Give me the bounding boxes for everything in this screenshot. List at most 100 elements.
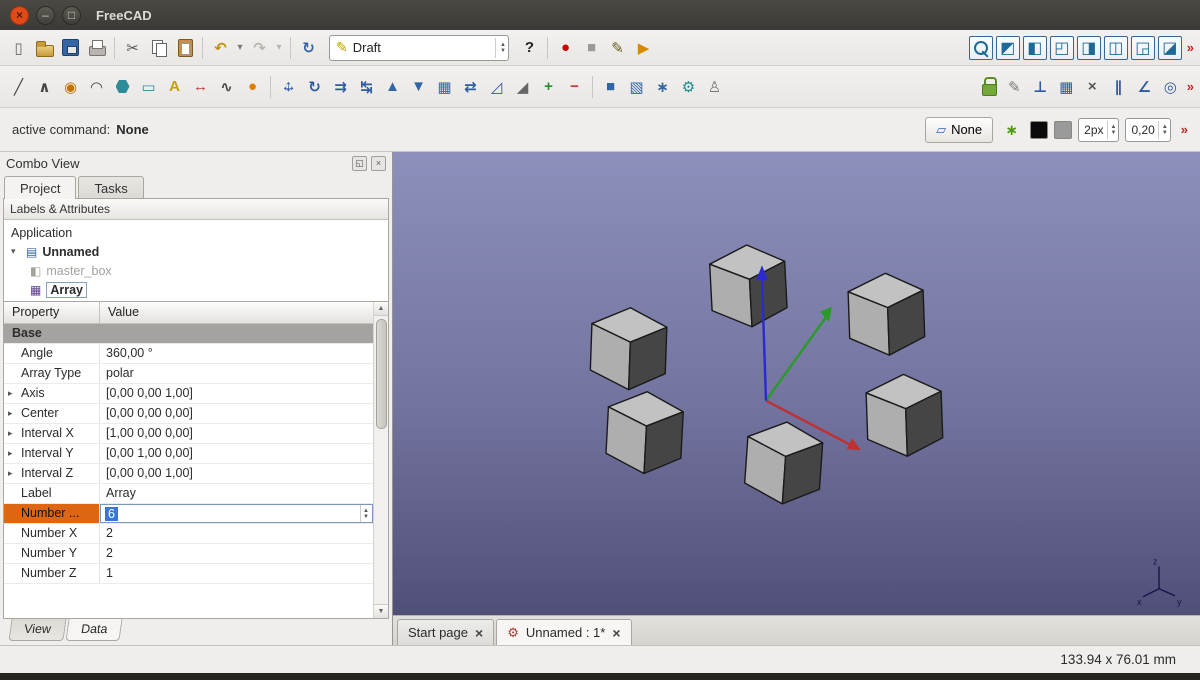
property-value[interactable]: [0,00 0,00 1,00] [100, 464, 373, 483]
tree-item-document[interactable]: ▾ ▤ Unnamed [4, 242, 388, 261]
toolbar-overflow-icon[interactable]: » [1181, 122, 1188, 137]
property-value[interactable]: polar [100, 364, 373, 383]
print-icon[interactable] [84, 35, 109, 60]
window-minimize-button[interactable]: – [36, 6, 55, 25]
workbench-selector[interactable]: ✎ Draft ▲▼ [329, 35, 509, 61]
tree-item-application[interactable]: Application [4, 223, 388, 242]
draft-offset-icon[interactable]: ⇉ [328, 74, 353, 99]
macro-stop-icon[interactable]: ■ [579, 35, 604, 60]
draft-delete-point-icon[interactable]: − [562, 74, 587, 99]
working-plane-button[interactable]: ▱ None [925, 117, 993, 143]
property-value[interactable]: 2 [100, 544, 373, 563]
view-front-icon[interactable]: ◧ [1023, 36, 1047, 60]
macro-record-icon[interactable]: ● [553, 35, 578, 60]
property-value[interactable]: 360,00 ° [100, 344, 373, 363]
draft-line-icon[interactable]: ╱ [6, 74, 31, 99]
property-value[interactable]: 6▲▼ [100, 504, 373, 523]
line-width-spinbox[interactable]: 2px ▲▼ [1078, 118, 1119, 142]
property-row-number-x[interactable]: Number X2 [4, 524, 373, 544]
draft-clone-icon[interactable]: ♙ [702, 74, 727, 99]
spinner-arrows-icon[interactable]: ▲▼ [1107, 121, 1117, 139]
window-maximize-button[interactable]: □ [62, 6, 81, 25]
draft-bspline-icon[interactable]: ∿ [214, 74, 239, 99]
snap-lock-icon[interactable] [976, 74, 1001, 99]
scroll-up-icon[interactable]: ▲ [374, 302, 388, 316]
property-row-number-y[interactable]: Number Y2 [4, 544, 373, 564]
save-icon[interactable] [58, 35, 83, 60]
toolbar-overflow-icon[interactable]: » [1187, 40, 1194, 55]
expander-icon[interactable]: ▾ [11, 246, 21, 257]
property-row-number-z[interactable]: Number Z1 [4, 564, 373, 584]
scale-spinbox[interactable]: 0,20 ▲▼ [1125, 118, 1170, 142]
property-row-number[interactable]: Number ...6▲▼ [4, 504, 373, 524]
face-color-swatch[interactable] [1054, 121, 1072, 139]
draft-wire-icon[interactable]: ∧ [32, 74, 57, 99]
draft-text-icon[interactable]: A [162, 74, 187, 99]
draft-move-icon[interactable] [276, 74, 301, 99]
float-panel-icon[interactable]: ◱ [352, 156, 367, 171]
view-rear-icon[interactable]: ◫ [1104, 36, 1128, 60]
draft-rectangle-icon[interactable]: ▭ [136, 74, 161, 99]
draft-dimension-icon[interactable]: ↔ [188, 74, 213, 99]
property-scrollbar[interactable]: ▲ ▼ [373, 302, 388, 618]
property-value[interactable]: 2 [100, 524, 373, 543]
draft-downgrade-icon[interactable]: ▼ [406, 74, 431, 99]
undo-icon[interactable]: ↶ [208, 35, 233, 60]
property-row-axis[interactable]: Axis[0,00 0,00 1,00] [4, 384, 373, 404]
property-value[interactable]: [0,00 1,00 0,00] [100, 444, 373, 463]
close-tab-icon[interactable]: × [475, 625, 483, 641]
draft-slope-icon[interactable]: ◢ [510, 74, 535, 99]
tab-unnamed-document[interactable]: ⚙ Unnamed : 1* × [496, 619, 631, 645]
draft-arc-icon[interactable]: ◠ [84, 74, 109, 99]
copy-icon[interactable] [146, 35, 171, 60]
open-file-icon[interactable] [32, 35, 57, 60]
property-value[interactable]: Array [100, 484, 373, 503]
tab-data[interactable]: Data [65, 619, 122, 641]
property-value[interactable]: [1,00 0,00 0,00] [100, 424, 373, 443]
property-row-interval-z[interactable]: Interval Z[0,00 0,00 1,00] [4, 464, 373, 484]
tab-project[interactable]: Project [4, 176, 76, 199]
whats-this-icon[interactable]: ? [517, 35, 542, 60]
paste-icon[interactable] [172, 35, 197, 60]
draft-rotate-icon[interactable]: ↻ [302, 74, 327, 99]
cut-icon[interactable]: ✂ [120, 35, 145, 60]
tab-tasks[interactable]: Tasks [78, 176, 143, 199]
draft-circle-icon[interactable]: ◉ [58, 74, 83, 99]
draft-apply-style-icon[interactable]: ⚙ [676, 74, 701, 99]
snap-angle-icon[interactable]: ∠ [1132, 74, 1157, 99]
property-row-label[interactable]: LabelArray [4, 484, 373, 504]
view-bottom-icon[interactable]: ◲ [1131, 36, 1155, 60]
snap-center-icon[interactable]: ◎ [1158, 74, 1183, 99]
line-color-swatch[interactable] [1030, 121, 1048, 139]
draft-scale-icon[interactable]: ◿ [484, 74, 509, 99]
tree-item-master-box[interactable]: ◧ master_box [4, 261, 388, 280]
view-right-icon[interactable]: ◨ [1077, 36, 1101, 60]
draft-mirror-icon[interactable]: ⇄ [458, 74, 483, 99]
snap-parallel-icon[interactable]: ∥ [1106, 74, 1131, 99]
draft-trimex-icon[interactable]: ↹ [354, 74, 379, 99]
property-row-interval-y[interactable]: Interval Y[0,00 1,00 0,00] [4, 444, 373, 464]
spinner-arrows-icon[interactable]: ▲▼ [1158, 121, 1168, 139]
scroll-down-icon[interactable]: ▼ [374, 604, 388, 618]
construction-mode-icon[interactable]: ∗ [999, 117, 1024, 142]
scrollbar-thumb[interactable] [376, 319, 387, 429]
draft-array-icon[interactable]: ▦ [432, 74, 457, 99]
tree-item-array[interactable]: ▦ Array [4, 280, 388, 299]
redo-dropdown-icon[interactable]: ▾ [273, 35, 285, 60]
property-value[interactable]: [0,00 0,00 1,00] [100, 384, 373, 403]
view-axonometric-icon[interactable]: ◩ [996, 36, 1020, 60]
draft-add-point-icon[interactable]: + [536, 74, 561, 99]
snap-grid-icon[interactable]: ▦ [1054, 74, 1079, 99]
snap-perpendicular-icon[interactable]: ⊥ [1028, 74, 1053, 99]
view-fit-all-icon[interactable] [969, 36, 993, 60]
new-file-icon[interactable]: ▯ [6, 35, 31, 60]
close-tab-icon[interactable]: × [612, 625, 620, 641]
value-spinner-icon[interactable]: ▲▼ [360, 505, 371, 522]
window-close-button[interactable]: × [10, 6, 29, 25]
refresh-icon[interactable]: ↻ [296, 35, 321, 60]
draft-draft2sketch-icon[interactable]: ▧ [624, 74, 649, 99]
view-left-icon[interactable]: ◪ [1158, 36, 1182, 60]
redo-icon[interactable]: ↷ [247, 35, 272, 60]
snap-near-icon[interactable]: × [1080, 74, 1105, 99]
snap-endpoint-icon[interactable]: ✎ [1002, 74, 1027, 99]
